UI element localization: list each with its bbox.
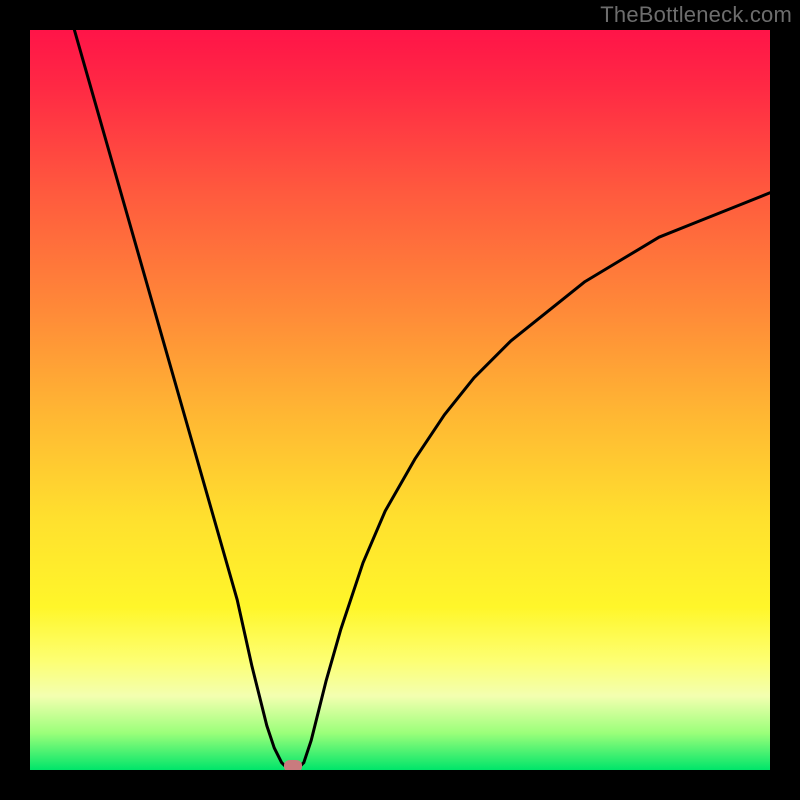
- bottleneck-curve: [74, 30, 770, 770]
- minimum-marker: [284, 760, 302, 770]
- chart-frame: TheBottleneck.com: [0, 0, 800, 800]
- watermark-text: TheBottleneck.com: [600, 2, 792, 28]
- curve-layer: [30, 30, 770, 770]
- plot-area: [30, 30, 770, 770]
